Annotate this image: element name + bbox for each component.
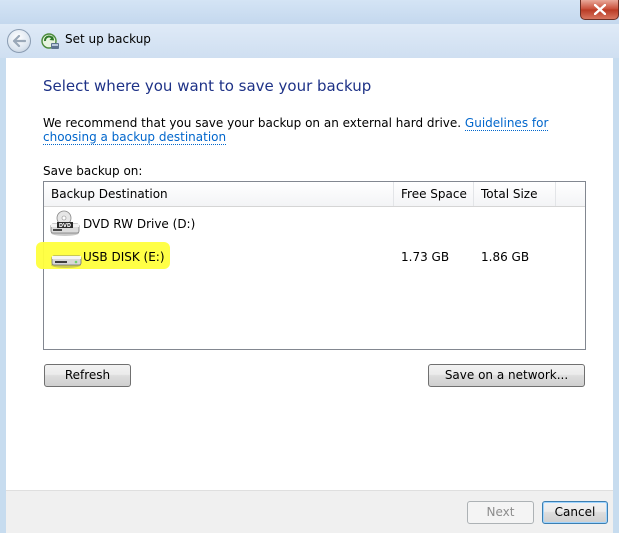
column-header-free-space[interactable]: Free Space: [394, 182, 474, 206]
column-header-backup-destination[interactable]: Backup Destination: [44, 182, 394, 206]
next-button[interactable]: Next: [467, 501, 534, 524]
title-bar: [0, 0, 619, 24]
save-backup-on-label: Save backup on:: [43, 164, 143, 178]
backup-destination-list[interactable]: Backup Destination Free Space Total Size…: [36, 181, 586, 350]
intro-text: We recommend that you save your backup o…: [43, 116, 465, 130]
dvd-drive-icon: DVD: [50, 210, 80, 236]
list-item-name: USB DISK (E:): [83, 250, 165, 264]
page-heading: Select where you want to save your backu…: [43, 77, 372, 95]
list-item-total-size: 1.86 GB: [481, 250, 530, 264]
close-icon: [593, 4, 606, 15]
list-item-free-space: 1.73 GB: [401, 250, 450, 264]
list-header: Backup Destination Free Space Total Size: [44, 182, 585, 207]
usb-drive-icon: [51, 255, 82, 268]
list-item-usb-disk[interactable]: USB DISK (E:) 1.73 GB 1.86 GB: [36, 241, 585, 273]
close-button[interactable]: [580, 0, 619, 20]
intro-paragraph: We recommend that you save your backup o…: [43, 116, 588, 145]
back-arrow-icon: [12, 35, 26, 47]
column-header-filler: [556, 182, 585, 206]
column-header-total-size[interactable]: Total Size: [474, 182, 556, 206]
window-title: Set up backup: [65, 32, 151, 46]
back-button[interactable]: [7, 29, 31, 53]
list-item-name: DVD RW Drive (D:): [83, 217, 196, 231]
refresh-button[interactable]: Refresh: [44, 364, 131, 387]
svg-text:DVD: DVD: [59, 223, 71, 229]
save-on-network-button[interactable]: Save on a network...: [428, 364, 585, 387]
list-item-dvd-drive[interactable]: DVD DVD RW Drive (D:): [44, 208, 585, 240]
cancel-button[interactable]: Cancel: [542, 501, 608, 524]
backup-icon: [41, 33, 59, 49]
